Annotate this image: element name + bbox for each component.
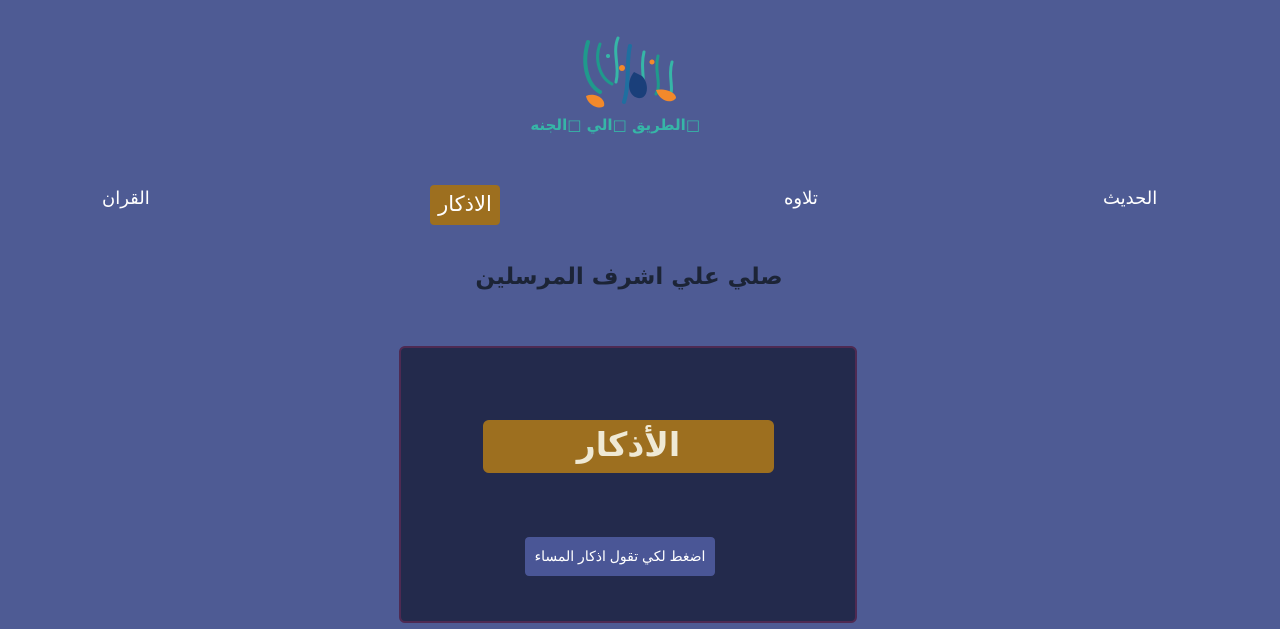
page-headline: صلي علي اشرف المرسلين (475, 264, 783, 290)
logo-calligraphy-icon (583, 36, 676, 108)
nav-item-quran[interactable]: القران (102, 188, 150, 209)
nav-item-tilawa[interactable]: تلاوه (784, 188, 818, 209)
azkar-card: الأذكار اضغط لكي تقول اذكار المساء (399, 346, 857, 623)
card-title: الأذكار (483, 420, 774, 473)
evening-azkar-button[interactable]: اضغط لكي تقول اذكار المساء (525, 537, 715, 576)
page: □الطريق □الي □الجنه الحديث تلاوه الاذكار… (0, 0, 1280, 629)
logo-text: □الطريق □الي □الجنه (530, 116, 700, 134)
nav-item-azkar-active[interactable]: الاذكار (430, 185, 500, 225)
nav-item-hadith[interactable]: الحديث (1103, 188, 1157, 209)
site-logo[interactable]: □الطريق □الي □الجنه (530, 32, 700, 142)
